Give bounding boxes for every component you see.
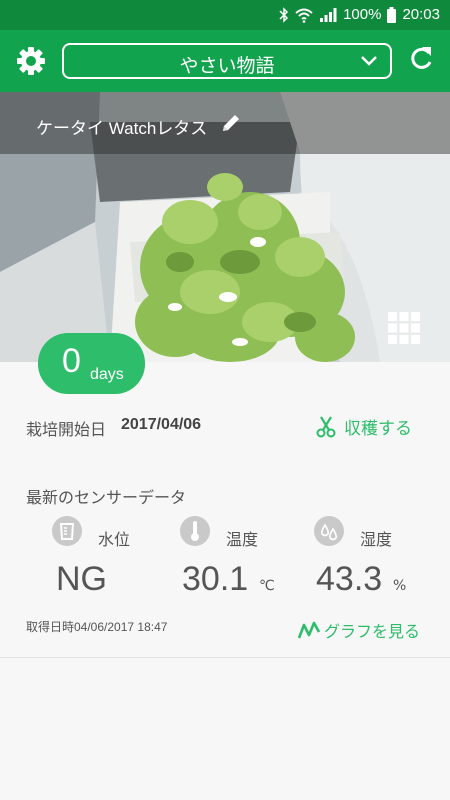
scissors-icon <box>316 415 336 437</box>
edit-pencil-icon[interactable] <box>220 112 242 134</box>
temperature-unit: ℃ <box>259 578 275 594</box>
plant-name: ケータイ Watchレタス <box>36 119 208 138</box>
graph-trend-icon <box>298 621 320 639</box>
bluetooth-icon <box>279 6 289 23</box>
days-badge: 0 days <box>38 333 145 394</box>
garden-selector-dropdown[interactable]: やさい物語 <box>62 43 392 79</box>
temperature-label: 温度 <box>226 530 259 549</box>
humidity-unit: % <box>393 578 407 594</box>
section-divider <box>0 657 450 658</box>
view-graph-button[interactable]: グラフを見る <box>298 618 420 642</box>
temperature-value: 30.1 <box>182 560 249 598</box>
humidity-drops-icon <box>314 516 344 546</box>
water-level-value: NG <box>56 560 107 598</box>
plant-camera-photo[interactable]: ケータイ Watchレタス <box>0 92 450 362</box>
view-graph-label: グラフを見る <box>324 622 421 641</box>
sensor-section-title: 最新のセンサーデータ <box>26 488 187 507</box>
chevron-down-icon <box>361 56 377 66</box>
water-level-icon <box>52 516 82 546</box>
battery-icon <box>387 6 397 23</box>
days-count: 0 <box>62 342 81 380</box>
harvest-label: 収穫する <box>344 419 412 439</box>
days-unit: days <box>90 366 124 383</box>
wifi-icon <box>295 7 313 23</box>
start-date-label: 栽培開始日 <box>26 420 107 439</box>
signal-icon <box>319 7 337 23</box>
refresh-icon[interactable] <box>408 44 434 74</box>
harvest-button[interactable]: 収穫する <box>316 414 412 439</box>
status-bar: 100% 20:03 <box>0 0 450 30</box>
settings-gear-icon[interactable] <box>14 44 48 78</box>
start-date-value: 2017/04/06 <box>121 416 202 433</box>
battery-percent: 100% <box>343 6 382 23</box>
grid-view-icon[interactable] <box>388 312 420 344</box>
app-bar: やさい物語 <box>0 30 450 92</box>
thermometer-icon <box>180 516 210 546</box>
clock: 20:03 <box>402 6 440 23</box>
humidity-value: 43.3 <box>316 560 383 598</box>
sensor-timestamp: 取得日時04/06/2017 18:47 <box>26 620 168 634</box>
garden-name: やさい物語 <box>179 55 275 77</box>
water-level-label: 水位 <box>98 530 131 549</box>
humidity-label: 湿度 <box>360 530 393 549</box>
